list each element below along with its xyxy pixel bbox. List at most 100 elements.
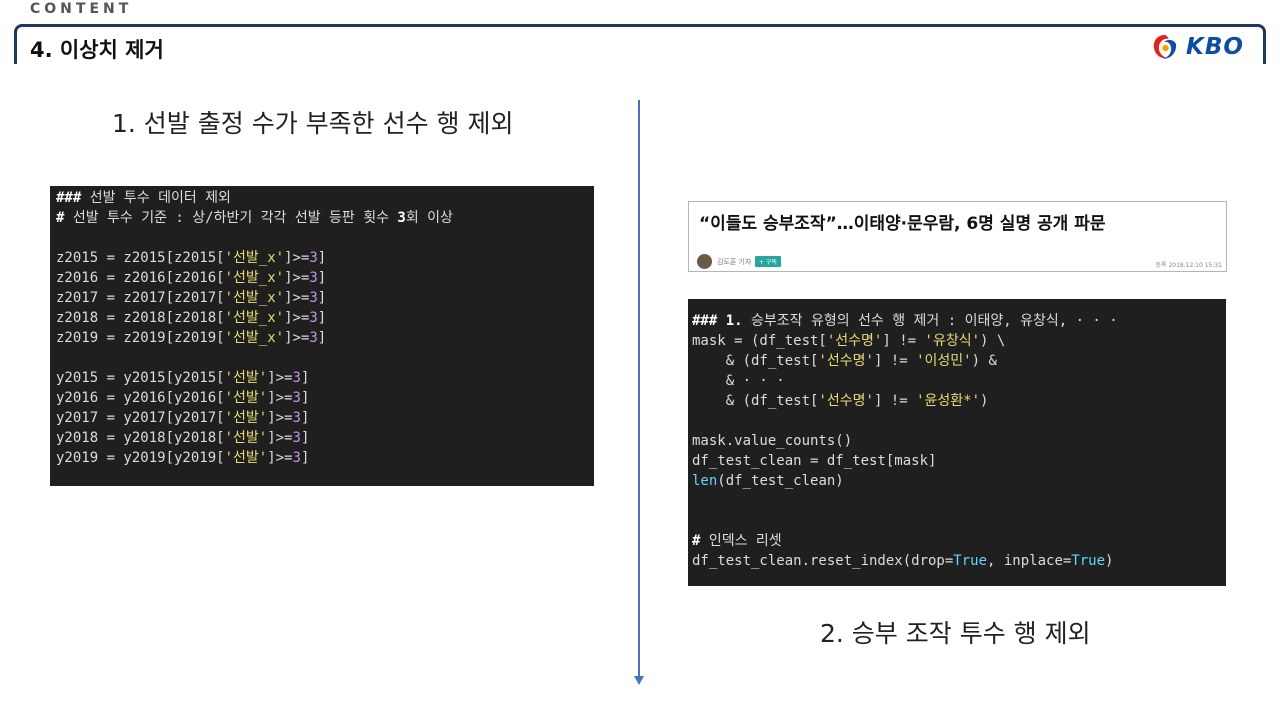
code-token: ]>= [267,430,293,446]
code-token: ) [1105,553,1114,569]
code-line: z2015 = z2015[z2015['선발_x']>=3] [56,248,588,268]
code-token: 인덱스 리셋 [708,533,782,549]
code-token: ]>= [267,390,293,406]
code-line: y2015 = y2015[y2015['선발']>=3] [56,368,588,388]
code-token: ] [317,290,327,306]
code-token: ] [317,310,327,326]
code-token: '선발_x' [224,250,285,266]
code-token: 3 [292,430,301,446]
code-token: z2016 = z2016[z2016[ [56,270,225,286]
code-line: & · · · [692,371,1222,391]
author-avatar [697,254,712,269]
code-token: 3 [309,270,318,286]
code-token: ]>= [267,410,293,426]
code-token: '선발_x' [224,290,285,306]
code-token: ] [317,250,327,266]
code-token: '선발_x' [224,270,285,286]
code-token: True [1071,553,1106,569]
code-token: '선발' [224,410,268,426]
code-token: '선발' [224,390,268,406]
code-token: df_test_clean = df_test[mask] [692,453,937,469]
code-token: 회 이상 [405,210,453,226]
code-token: '유창식' [924,333,981,349]
code-line: ### 선발 투수 데이터 제외 [56,188,588,208]
code-token: '선발_x' [224,330,285,346]
code-line: & (df_test['선수명'] != '윤성환*') [692,391,1222,411]
code-token: ] != [873,353,917,369]
code-token: ### 1. [692,313,752,329]
code-line: y2019 = y2019[y2019['선발']>=3] [56,448,588,468]
code-token: y2017 = y2017[y2017[ [56,410,225,426]
code-line: z2017 = z2017[z2017['선발_x']>=3] [56,288,588,308]
kbo-logo: KBO [1150,32,1244,62]
code-line: len(df_test_clean) [692,471,1222,491]
code-line: ### 1. 승부조작 유형의 선수 행 제거 : 이태양, 유창식, · · … [692,311,1222,331]
code-token: '윤성환*' [916,393,981,409]
code-token: ) & [971,353,997,369]
code-token: z2019 = z2019[z2019[ [56,330,225,346]
code-token: 선발 투수 기준 : 상/하반기 각각 선발 등판 횟수 [72,210,398,226]
code-line: df_test_clean.reset_index(drop= True, inp… [692,551,1222,571]
code-token: ] [300,390,310,406]
right-section-heading: 2. 승부 조작 투수 행 제외 [820,619,1091,648]
code-token: 3 [309,310,318,326]
code-token: '선수명' [818,353,874,369]
code-token: ] [300,410,310,426]
code-line: # 선발 투수 기준 : 상/하반기 각각 선발 등판 횟수 3회 이상 [56,208,588,228]
code-token: ] [300,450,310,466]
page-title: 4. 이상치 제거 [30,38,164,62]
code-token: ]>= [267,370,293,386]
code-token: & (df_test[ [692,393,819,409]
code-token: 3 [397,210,406,226]
header-frame [14,24,1266,64]
code-token: z2017 = z2017[z2017[ [56,290,225,306]
code-token: ]>= [284,310,310,326]
right-code-block: ### 1. 승부조작 유형의 선수 행 제거 : 이태양, 유창식, · · … [688,299,1226,586]
code-token: '선수명' [818,393,874,409]
code-line: y2018 = y2018[y2018['선발']>=3] [56,428,588,448]
code-token: ### [56,190,90,206]
code-token: 3 [309,330,318,346]
code-token: 선발 투수 데이터 제외 [89,190,231,206]
code-line: z2019 = z2019[z2019['선발_x']>=3] [56,328,588,348]
code-line: df_test_clean = df_test[mask] [692,451,1222,471]
code-line: # 인덱스 리셋 [692,531,1222,551]
code-token: ]>= [284,250,310,266]
code-token: , inplace= [987,553,1072,569]
code-token: df_test_clean.reset_index(drop= [692,553,954,569]
code-token: '선발' [224,450,268,466]
code-token: 3 [292,370,301,386]
code-token: '선발' [224,430,268,446]
code-token: & (df_test[ [692,353,819,369]
logo-text: KBO [1186,34,1244,60]
kbo-swirl-icon [1153,35,1177,59]
code-token: # [56,210,73,226]
news-date: 등록 2018.12.10 15:31 [1155,262,1223,269]
code-token: 3 [309,290,318,306]
code-token: ) [980,393,989,409]
code-token: len [692,473,718,489]
code-token: '이성민' [916,353,972,369]
code-token: y2015 = y2015[y2015[ [56,370,225,386]
code-token: 3 [309,250,318,266]
news-headline: “이들도 승부조작”…이태양·문우람, 6명 실명 공개 파문 [699,214,1106,234]
code-token: ) \ [980,333,1006,349]
vertical-divider [638,100,640,678]
divider-arrow-icon [634,676,644,685]
section-label: CONTENT [30,1,133,17]
code-token: 3 [292,410,301,426]
code-token: ] [300,430,310,446]
code-token: '선수명' [826,333,883,349]
code-token: ] != [882,333,925,349]
code-token: y2018 = y2018[y2018[ [56,430,225,446]
code-token: y2019 = y2019[y2019[ [56,450,225,466]
code-token: z2015 = z2015[z2015[ [56,250,225,266]
code-token: z2018 = z2018[z2018[ [56,310,225,326]
subscribe-button[interactable]: + 구독 [755,256,781,267]
left-code-block: ### 선발 투수 데이터 제외 # 선발 투수 기준 : 상/하반기 각각 선발… [50,186,594,486]
code-token: ] [300,370,310,386]
